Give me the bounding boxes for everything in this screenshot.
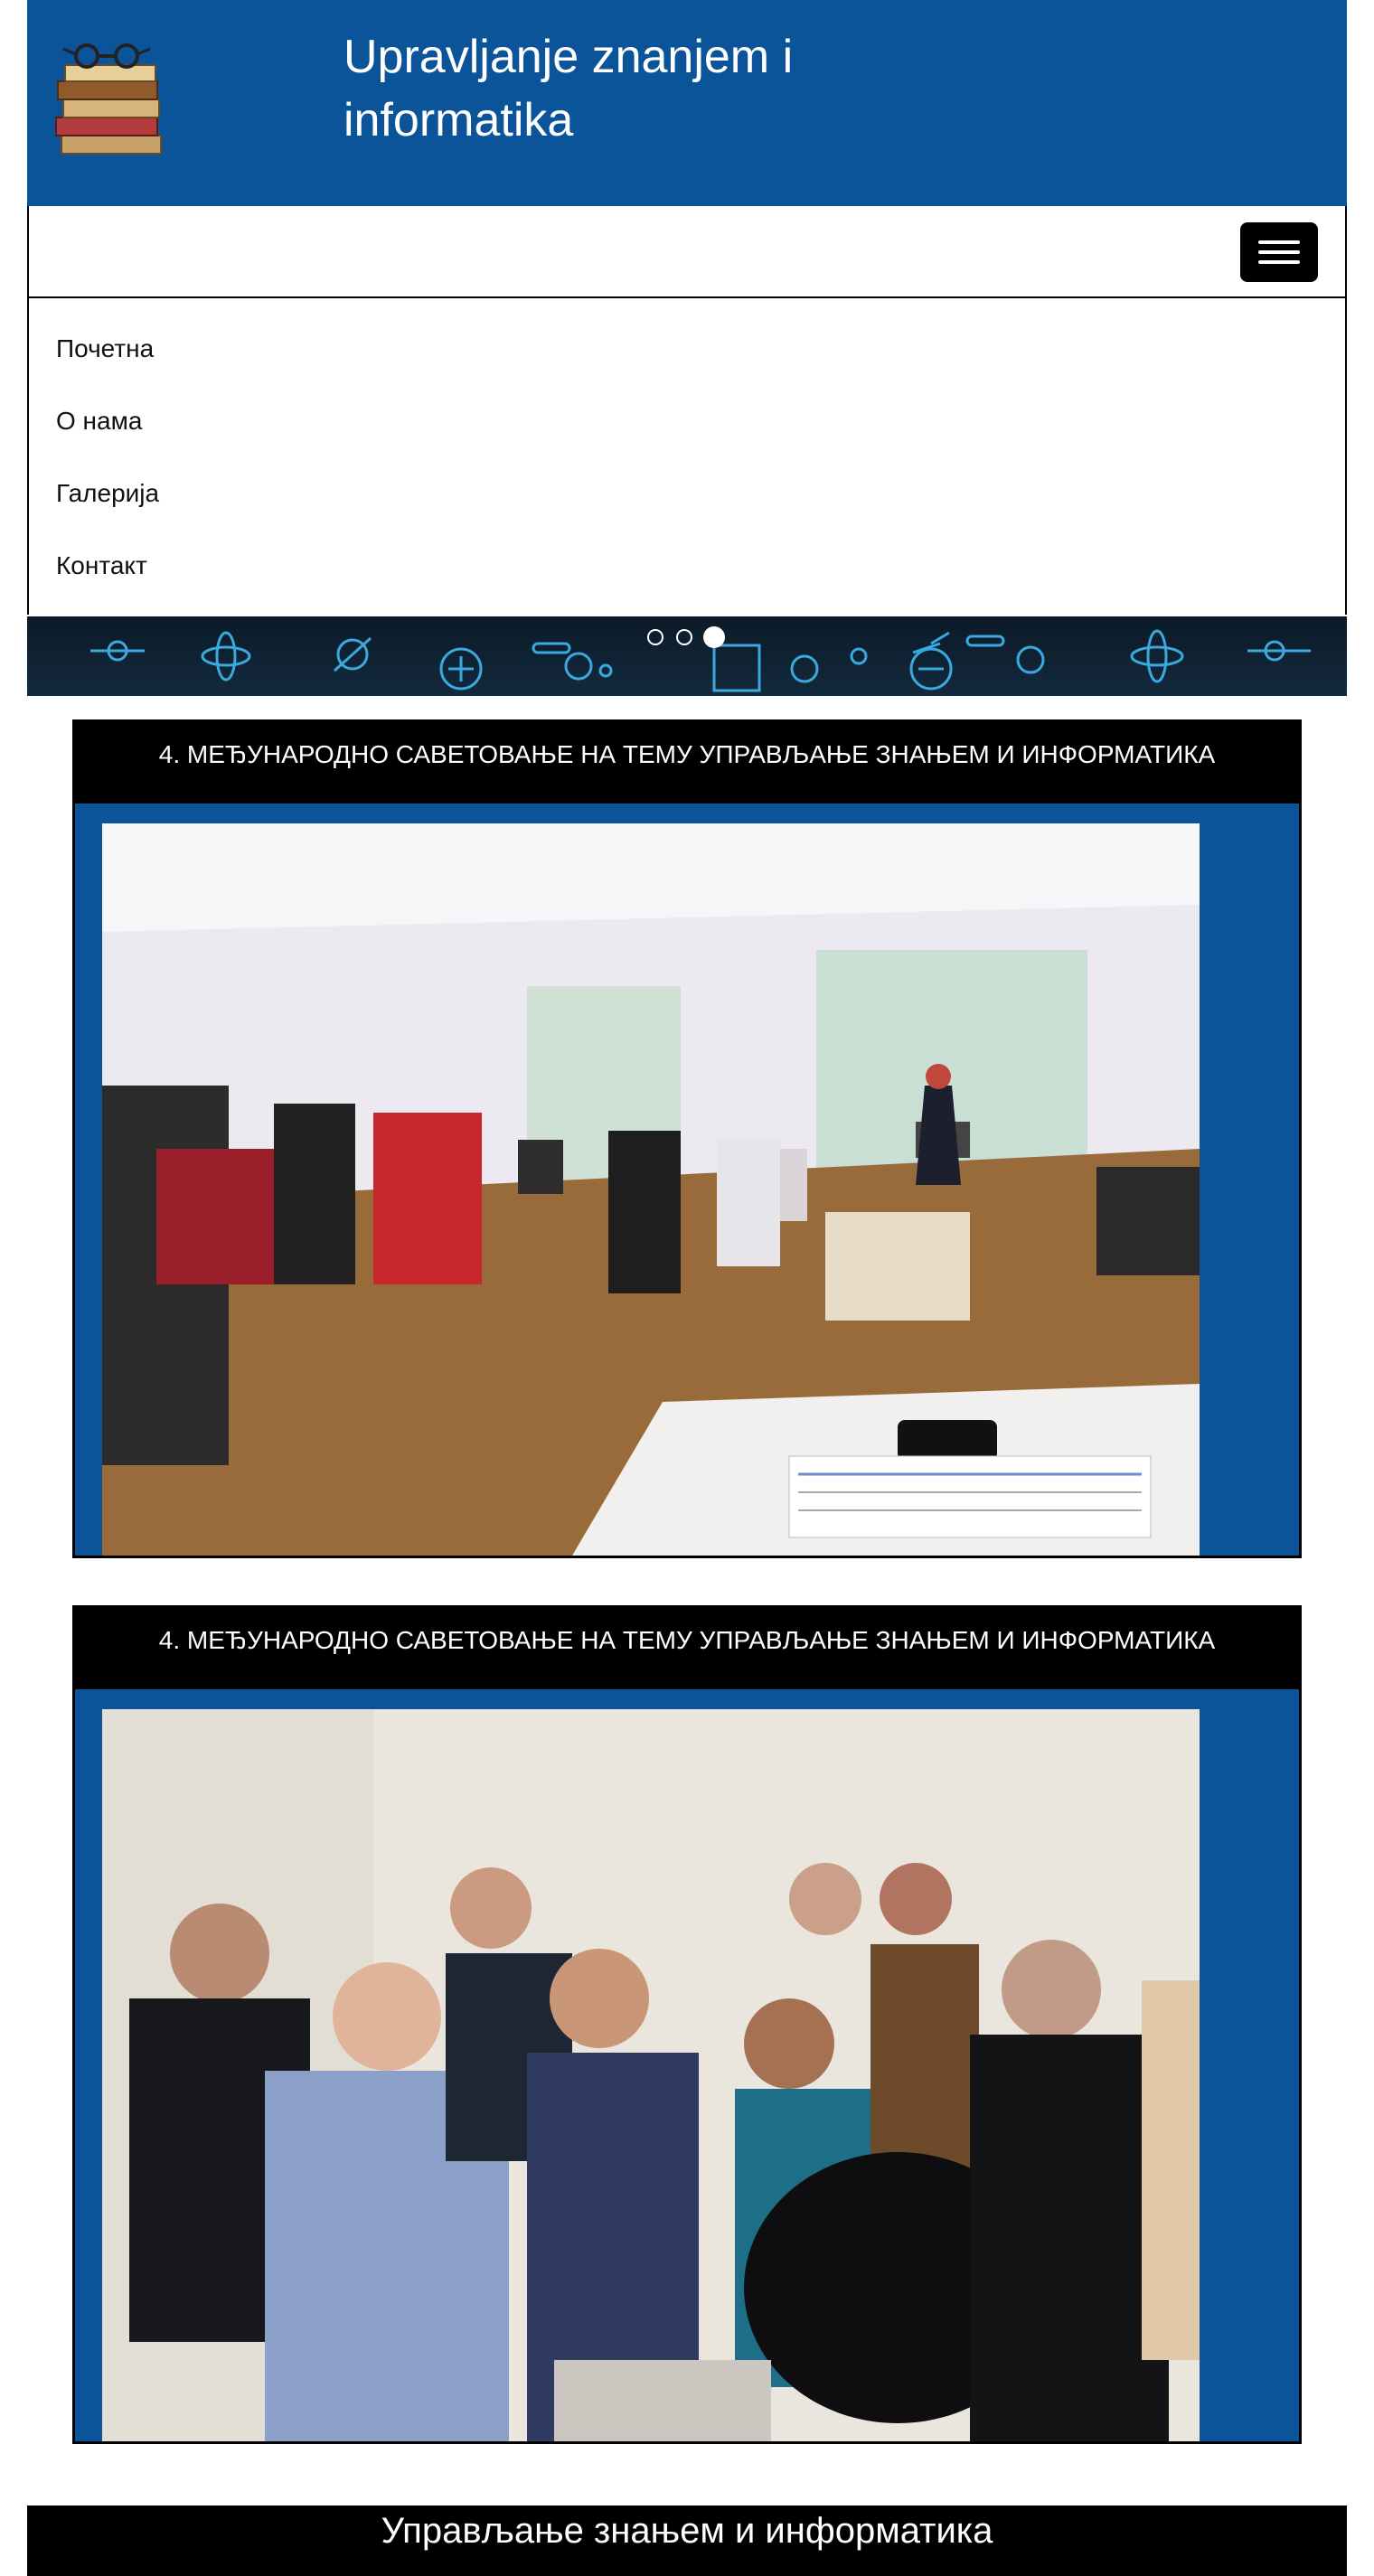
- nav-item-about[interactable]: О нама: [56, 407, 142, 436]
- gallery-card-title: 4. МЕЂУНАРОДНО САВЕТОВАЊЕ НА ТЕМУ УПРАВЉ…: [75, 722, 1299, 804]
- nav-menu: Почетна О нама Галерија Контакт: [27, 298, 1347, 615]
- carousel-dot-1[interactable]: [647, 629, 663, 645]
- books-logo-icon[interactable]: [43, 36, 179, 172]
- site-title[interactable]: Upravljanje znanjem i informatika: [344, 25, 886, 152]
- audience-seated-photo[interactable]: [102, 1709, 1200, 2441]
- footer: Управљање знањем и информатика: [27, 2505, 1347, 2576]
- carousel-banner: [27, 616, 1347, 696]
- site-header: Upravljanje znanjem i informatika: [27, 0, 1347, 208]
- conference-room-presentation-photo[interactable]: [102, 823, 1200, 1556]
- carousel-dot-3[interactable]: [703, 626, 725, 648]
- nav-item-contact[interactable]: Контакт: [56, 551, 147, 580]
- gallery-card: 4. МЕЂУНАРОДНО САВЕТОВАЊЕ НА ТЕМУ УПРАВЉ…: [72, 1605, 1302, 2444]
- gallery-card: 4. МЕЂУНАРОДНО САВЕТОВАЊЕ НА ТЕМУ УПРАВЉ…: [72, 719, 1302, 1558]
- hamburger-menu-icon[interactable]: [1240, 222, 1318, 282]
- gallery-card-title: 4. МЕЂУНАРОДНО САВЕТОВАЊЕ НА ТЕМУ УПРАВЉ…: [75, 1608, 1299, 1689]
- carousel-dot-2[interactable]: [676, 629, 692, 645]
- navbar: [27, 206, 1347, 298]
- nav-item-home[interactable]: Почетна: [56, 334, 154, 363]
- nav-item-gallery[interactable]: Галерија: [56, 479, 159, 508]
- science-icons-pattern: [27, 616, 1347, 696]
